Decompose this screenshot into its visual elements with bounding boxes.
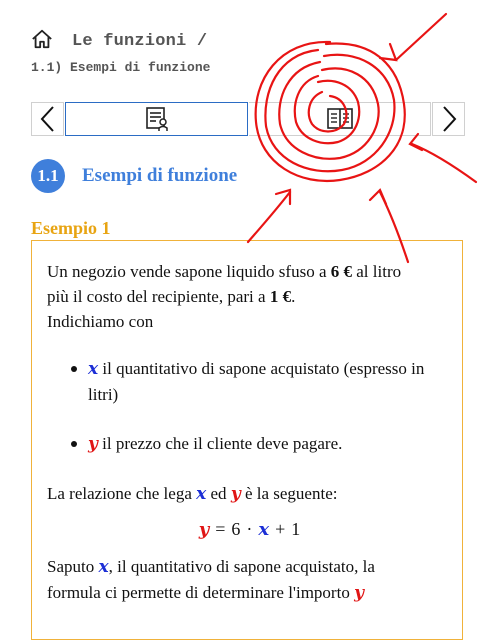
- list-item: y il prezzo che il cliente deve pagare.: [47, 431, 452, 457]
- example-content: Un negozio vende sapone liquido sfuso a …: [47, 259, 452, 606]
- example-intro: Un negozio vende sapone liquido sfuso a …: [47, 259, 452, 334]
- breadcrumb-title[interactable]: Le funzioni /: [72, 32, 207, 51]
- formula-coefficient: 6: [231, 519, 241, 539]
- section-title: Esempi di funzione: [82, 165, 238, 186]
- annotation-arrow: [378, 42, 398, 62]
- variable-x: x: [196, 484, 207, 504]
- list-item-text: il prezzo che il cliente deve pagare.: [97, 434, 343, 453]
- annotation-arrow: [246, 190, 292, 244]
- relation-text-part: ed: [206, 484, 231, 503]
- list-item-text: il quantitativo di sapone acquistato (es…: [88, 359, 425, 404]
- previous-button[interactable]: [31, 102, 64, 136]
- variable-x: x: [88, 359, 99, 379]
- intro-text: .: [291, 287, 296, 306]
- relation-text-part: La relazione che lega: [47, 484, 197, 503]
- annotation-arrow: [410, 142, 478, 184]
- list-item: x il quantitativo di sapone acquistato (…: [47, 356, 452, 407]
- outro-text-part: , il quantitativo di sapone acquistato, …: [108, 557, 375, 576]
- open-book-icon: [326, 108, 353, 129]
- formula-lhs: y: [198, 519, 210, 540]
- intro-text: più il costo del recipiente, pari a: [47, 287, 270, 306]
- formula-dot: ·: [246, 519, 253, 539]
- formula: y = 6 · x +1: [47, 517, 452, 542]
- chevron-right-icon: [442, 106, 456, 132]
- variable-y: y: [230, 484, 241, 504]
- annotation-arrow: [274, 188, 292, 206]
- relation-text: La relazione che lega x ed y è la seguen…: [47, 481, 452, 507]
- variables-list: x il quantitativo di sapone acquistato (…: [47, 356, 452, 457]
- outro-text: Saputo x, il quantitativo di sapone acqu…: [47, 554, 452, 606]
- next-button[interactable]: [432, 102, 465, 136]
- outro-text-part: Saputo: [47, 557, 99, 576]
- tab-book[interactable]: [249, 102, 431, 136]
- chevron-left-icon: [40, 106, 54, 132]
- example-label: Esempio 1: [31, 218, 111, 238]
- document-presentation-icon: [145, 107, 168, 131]
- annotation-arrow: [408, 132, 424, 152]
- home-icon[interactable]: [31, 28, 53, 50]
- outro-text-part: formula ci permette di determinare l'imp…: [47, 583, 355, 602]
- variable-x: x: [98, 557, 109, 577]
- formula-equals: =: [215, 519, 226, 539]
- section-navigation: [31, 102, 465, 136]
- section-number-badge: 1.1: [31, 159, 65, 193]
- variable-y: y: [354, 583, 364, 603]
- container-price: 1 €: [269, 287, 292, 306]
- tab-theory[interactable]: [65, 102, 248, 136]
- formula-plus: +: [275, 519, 286, 539]
- intro-text: Un negozio vende sapone liquido sfuso a: [47, 262, 331, 281]
- price-per-liter: 6 €: [330, 262, 352, 281]
- breadcrumb-subtitle: 1.1) Esempi di funzione: [31, 60, 211, 75]
- formula-constant: 1: [291, 519, 301, 539]
- variable-y: y: [88, 434, 98, 454]
- annotation-arrow: [394, 12, 448, 62]
- example-box: Un negozio vende sapone liquido sfuso a …: [31, 240, 463, 640]
- formula-variable: x: [258, 519, 270, 540]
- relation-text-part: è la seguente:: [240, 484, 338, 503]
- annotation-arrow: [368, 188, 388, 206]
- section-heading: 1.1 Esempi di funzione: [31, 159, 237, 193]
- intro-text: al litro: [352, 262, 402, 281]
- intro-text: Indichiamo con: [47, 312, 154, 331]
